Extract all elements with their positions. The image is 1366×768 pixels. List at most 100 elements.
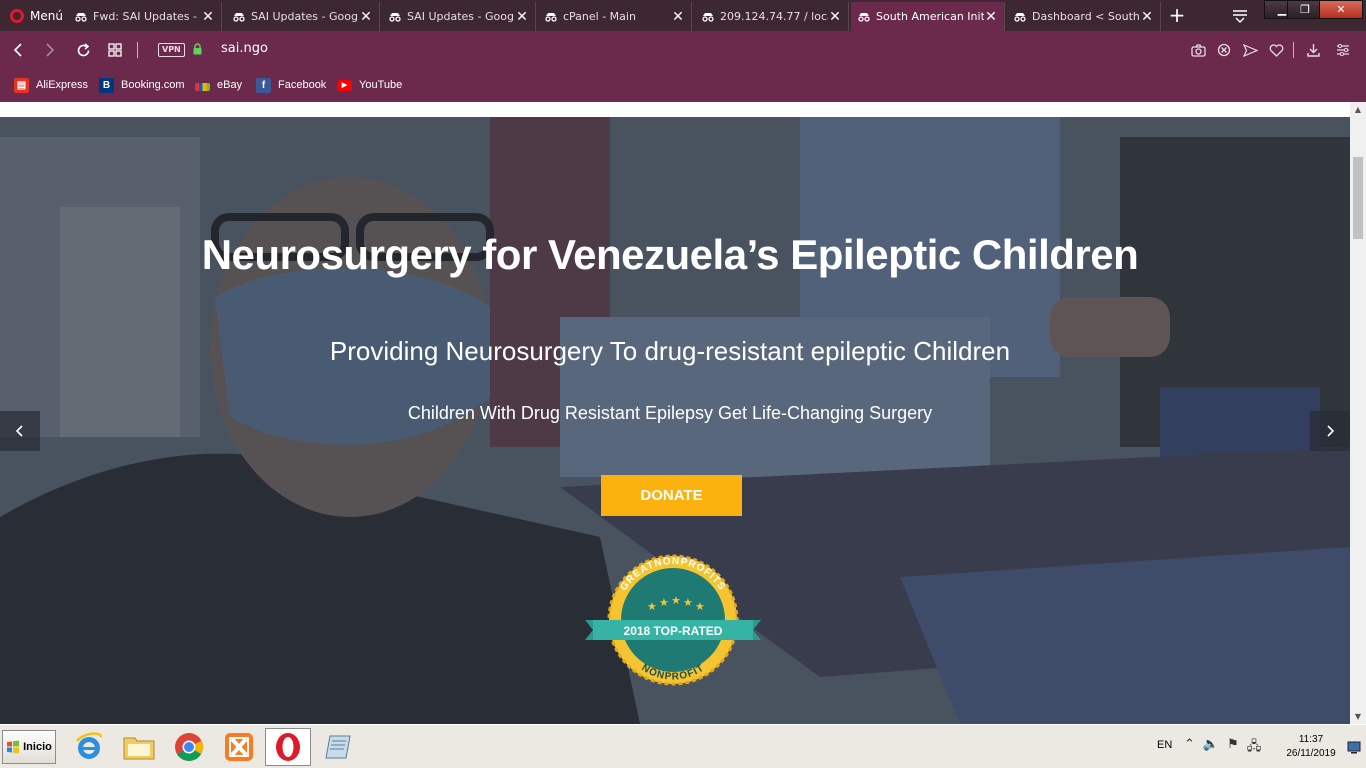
language-indicator[interactable]: EN xyxy=(1157,739,1172,751)
chevron-right-icon xyxy=(1327,425,1335,437)
hero-slider: Neurosurgery for Venezuela’s Epileptic C… xyxy=(0,117,1350,724)
ebay-icon xyxy=(195,83,210,91)
clock-time: 11:37 xyxy=(1298,734,1324,745)
url-input[interactable]: sai.ngo xyxy=(221,41,268,56)
heart-icon[interactable] xyxy=(1266,40,1286,60)
opera-menu-button[interactable]: Menú xyxy=(0,0,68,31)
camera-icon[interactable] xyxy=(1188,40,1208,60)
tab-7[interactable]: Dashboard < South Am ✕ xyxy=(1007,2,1161,31)
bookmark-label: AliExpress xyxy=(36,79,88,91)
tab-title: cPanel - Main xyxy=(563,10,636,23)
youtube-icon: ▶ xyxy=(337,79,352,91)
back-icon[interactable] xyxy=(8,40,28,60)
system-clock[interactable]: 11:37 26/11/2019 xyxy=(1278,733,1344,761)
volume-icon[interactable]: 🔈 xyxy=(1203,737,1219,759)
opera-logo-icon xyxy=(10,8,24,23)
page-scrollbar[interactable]: ▲ ▼ xyxy=(1350,102,1366,724)
minimize-icon: ▁ xyxy=(1277,3,1287,16)
incognito-icon xyxy=(857,11,871,23)
show-desktop-icon[interactable] xyxy=(1347,740,1361,754)
scroll-thumb[interactable] xyxy=(1353,157,1363,239)
svg-text:★: ★ xyxy=(671,594,681,607)
svg-text:★: ★ xyxy=(659,596,669,609)
forward-icon[interactable] xyxy=(40,40,60,60)
xampp-taskbar-button[interactable] xyxy=(216,728,262,766)
page-viewport: Neurosurgery for Venezuela’s Epileptic C… xyxy=(0,102,1366,724)
restore-icon: ❐ xyxy=(1300,3,1310,16)
close-tab-icon[interactable]: ✕ xyxy=(359,9,373,25)
address-bar: VPN sai.ngo xyxy=(0,31,1366,69)
tab-5[interactable]: 209.124.74.77 / local ✕ xyxy=(695,2,849,31)
clock-date: 26/11/2019 xyxy=(1286,748,1336,759)
bookmark-youtube[interactable]: ▶ YouTube xyxy=(337,76,402,94)
tab-3[interactable]: SAI Updates - Google ✕ xyxy=(382,2,536,31)
facebook-icon: f xyxy=(256,77,271,93)
file-explorer-taskbar-button[interactable] xyxy=(116,728,162,766)
system-tray: ⌃ 🔈 ⚑ 🖧 xyxy=(1184,737,1261,759)
divider xyxy=(1293,42,1294,58)
chrome-taskbar-button[interactable] xyxy=(166,728,212,766)
windows-logo-icon xyxy=(7,740,20,754)
action-center-flag-icon[interactable]: ⚑ xyxy=(1227,737,1239,759)
bookmark-facebook[interactable]: f Facebook xyxy=(256,76,326,94)
bookmark-ebay[interactable]: eBay xyxy=(195,76,242,94)
close-tab-icon[interactable]: ✕ xyxy=(828,9,842,25)
close-tab-icon[interactable]: ✕ xyxy=(201,9,215,25)
close-tab-icon[interactable]: ✕ xyxy=(515,9,529,25)
close-tab-icon[interactable]: ✕ xyxy=(984,9,998,25)
slider-prev-button[interactable] xyxy=(0,411,40,451)
opera-taskbar-button[interactable] xyxy=(265,728,311,766)
vpn-badge[interactable]: VPN xyxy=(158,43,185,57)
close-icon: ✕ xyxy=(1336,3,1346,16)
tab-menu-icon[interactable] xyxy=(1232,8,1248,27)
network-icon[interactable]: 🖧 xyxy=(1247,737,1262,759)
tab-title: SAI Updates - Google xyxy=(251,10,359,23)
adblock-icon[interactable] xyxy=(1214,40,1234,60)
scroll-up-icon[interactable]: ▲ xyxy=(1350,102,1366,117)
send-icon[interactable] xyxy=(1240,40,1260,60)
xampp-icon xyxy=(225,733,253,761)
hero-title: Neurosurgery for Venezuela’s Epileptic C… xyxy=(201,231,1139,278)
badge-ribbon-text: 2018 TOP-RATED xyxy=(624,624,723,638)
tab-6-active[interactable]: South American Initia ✕ xyxy=(851,2,1005,31)
bookmarks-bar: ▤ AliExpress B Booking.com eBay f Facebo… xyxy=(0,69,1366,102)
tab-title: 209.124.74.77 / local xyxy=(720,10,828,23)
lock-icon[interactable] xyxy=(193,43,202,55)
bookmark-booking[interactable]: B Booking.com xyxy=(99,76,185,94)
bookmark-label: eBay xyxy=(217,79,243,91)
donate-button[interactable]: DONATE xyxy=(601,475,742,516)
slider-next-button[interactable] xyxy=(1310,411,1350,451)
close-window-button[interactable]: ✕ xyxy=(1319,0,1363,19)
close-tab-icon[interactable]: ✕ xyxy=(671,9,685,25)
tab-title: Dashboard < South Am xyxy=(1032,10,1140,23)
maximize-button[interactable]: ❐ xyxy=(1287,0,1323,19)
start-button[interactable]: Inicio xyxy=(2,730,56,764)
speed-dial-icon[interactable] xyxy=(105,40,125,60)
tab-2[interactable]: SAI Updates - Google ✕ xyxy=(226,2,380,31)
booking-icon: B xyxy=(99,77,114,93)
divider xyxy=(137,42,138,58)
greatnonprofits-badge[interactable]: GREATNONPROFITS ★ ★ ★ ★ ★ 2018 TOP-RATED NON… xyxy=(585,554,761,686)
tray-expand-icon[interactable]: ⌃ xyxy=(1184,737,1195,759)
bookmark-label: Booking.com xyxy=(121,79,185,91)
tab-title: Fwd: SAI Updates - In xyxy=(93,10,201,23)
tab-1[interactable]: Fwd: SAI Updates - In ✕ xyxy=(68,2,222,31)
notes-taskbar-button[interactable] xyxy=(316,728,362,766)
bookmark-label: Facebook xyxy=(278,79,327,91)
internet-explorer-taskbar-button[interactable] xyxy=(66,728,112,766)
chevron-left-icon xyxy=(15,425,23,437)
tab-title: SAI Updates - Google xyxy=(407,10,515,23)
notepad-icon xyxy=(325,735,351,759)
reload-icon[interactable] xyxy=(73,40,93,60)
browser-tab-bar: Menú Fwd: SAI Updates - In ✕ SAI Updates… xyxy=(0,0,1366,31)
easy-setup-icon[interactable] xyxy=(1333,40,1353,60)
download-icon[interactable] xyxy=(1303,40,1323,60)
tab-4[interactable]: cPanel - Main ✕ xyxy=(538,2,692,31)
new-tab-button[interactable]: + xyxy=(1166,4,1188,26)
scroll-down-icon[interactable]: ▼ xyxy=(1350,709,1366,724)
incognito-icon xyxy=(701,11,715,23)
incognito-icon xyxy=(388,11,402,23)
bookmark-label: YouTube xyxy=(359,79,403,91)
close-tab-icon[interactable]: ✕ xyxy=(1140,9,1154,25)
bookmark-aliexpress[interactable]: ▤ AliExpress xyxy=(14,76,88,94)
